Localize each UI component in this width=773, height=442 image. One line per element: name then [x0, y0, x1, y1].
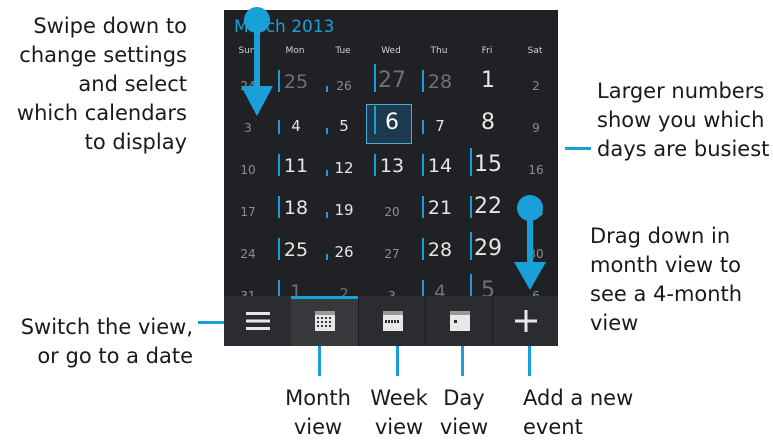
busiest-leader-line — [565, 147, 591, 150]
swipe-down-gesture-icon — [241, 7, 273, 116]
drag-down-gesture-icon — [514, 195, 546, 290]
day-cell[interactable]: 18 — [272, 186, 320, 228]
day-cell[interactable]: 25 — [272, 228, 320, 270]
new-event-callout: Add a new event — [523, 386, 634, 439]
day-number: 17 — [240, 205, 256, 219]
day-number: 26 — [334, 243, 354, 261]
day-page-icon — [449, 311, 470, 331]
day-cell[interactable]: 14 — [416, 144, 464, 186]
hamburger-icon — [245, 312, 270, 330]
day-cell[interactable]: 28 — [416, 60, 464, 102]
day-cell[interactable]: 26 — [320, 60, 368, 102]
day-number: 25 — [283, 239, 309, 261]
month-view-tab[interactable] — [291, 296, 358, 346]
week-strip-icon — [382, 311, 403, 331]
menu-tab[interactable] — [224, 296, 291, 346]
day-number: 3 — [244, 121, 252, 135]
weekday-label: Tue — [335, 46, 351, 56]
today-cell[interactable]: 6 — [366, 102, 416, 144]
day-number: 19 — [334, 201, 354, 219]
day-cell[interactable]: 19 — [320, 186, 368, 228]
day-cell[interactable]: 28 — [416, 228, 464, 270]
day-cell[interactable]: 10 — [224, 144, 272, 186]
drag-callout: Drag down in month view to see a 4-month… — [590, 224, 743, 335]
day-number: 2 — [532, 79, 540, 93]
weekday-label: Sat — [527, 46, 543, 56]
swipe-callout: Swipe down to change settings and select… — [16, 14, 187, 154]
day-number: 28 — [427, 71, 453, 93]
day-number: 24 — [240, 247, 256, 261]
day-cell[interactable]: 11 — [272, 144, 320, 186]
plus-icon — [515, 310, 537, 332]
day-cell[interactable]: 21 — [416, 186, 464, 228]
day-view-callout: Day view — [439, 386, 489, 439]
weekday-label: Thu — [430, 46, 448, 56]
day-cell[interactable]: 1 — [464, 60, 512, 102]
day-number: 4 — [291, 117, 301, 135]
day-cell[interactable]: 8 — [464, 102, 512, 144]
day-number: 1 — [481, 68, 495, 93]
day-number: 27 — [378, 68, 406, 93]
day-number: 5 — [339, 117, 349, 135]
day-number: 11 — [283, 155, 309, 177]
add-event-tab[interactable] — [492, 296, 558, 346]
day-number: 21 — [427, 197, 453, 219]
day-cell[interactable]: 24 — [224, 228, 272, 270]
day-number: 13 — [379, 155, 405, 177]
month-leader-line — [318, 346, 321, 376]
day-cell[interactable]: 27 — [368, 60, 416, 102]
day-cell[interactable]: 27 — [368, 228, 416, 270]
day-number: 8 — [481, 110, 495, 135]
day-number: 28 — [427, 239, 453, 261]
day-cell[interactable]: 9 — [512, 102, 558, 144]
day-number: 18 — [283, 197, 309, 219]
day-cell[interactable]: 15 — [464, 144, 512, 186]
day-cell[interactable]: 5 — [320, 102, 368, 144]
day-cell[interactable]: 20 — [368, 186, 416, 228]
day-number: 9 — [532, 121, 540, 135]
active-tab-indicator — [291, 296, 358, 299]
day-number: 6 — [385, 110, 399, 135]
day-number: 20 — [384, 205, 400, 219]
add-leader-line — [528, 346, 531, 376]
day-view-tab[interactable] — [425, 296, 493, 346]
day-number: 26 — [336, 79, 352, 93]
week-view-tab[interactable] — [358, 296, 426, 346]
day-cell[interactable]: 7 — [416, 102, 464, 144]
day-cell[interactable]: 12 — [320, 144, 368, 186]
day-number: 16 — [528, 163, 544, 177]
bottom-action-bar — [224, 296, 558, 346]
week-row: 10 11 12 13 14 15 16 — [224, 144, 558, 186]
day-number: 7 — [435, 117, 445, 135]
day-leader-line — [461, 346, 464, 376]
switch-leader-line — [198, 321, 224, 324]
day-cell[interactable]: 2 — [512, 60, 558, 102]
day-cell[interactable]: 13 — [368, 144, 416, 186]
month-view-callout: Month view — [285, 386, 351, 439]
weekday-label: Fri — [481, 46, 493, 56]
day-cell[interactable]: 17 — [224, 186, 272, 228]
day-number: 15 — [474, 152, 502, 177]
busiest-callout: Larger numbers show you which days are b… — [597, 79, 770, 161]
day-number: 12 — [334, 159, 354, 177]
day-number: 27 — [384, 247, 400, 261]
week-leader-line — [396, 346, 399, 376]
month-grid-icon — [314, 311, 335, 331]
day-number: 14 — [427, 155, 453, 177]
day-cell[interactable]: 26 — [320, 228, 368, 270]
switch-callout: Switch the view, or go to a date — [20, 315, 193, 368]
weekday-label: Wed — [381, 46, 401, 56]
day-cell[interactable]: 16 — [512, 144, 558, 186]
day-number: 10 — [240, 163, 256, 177]
